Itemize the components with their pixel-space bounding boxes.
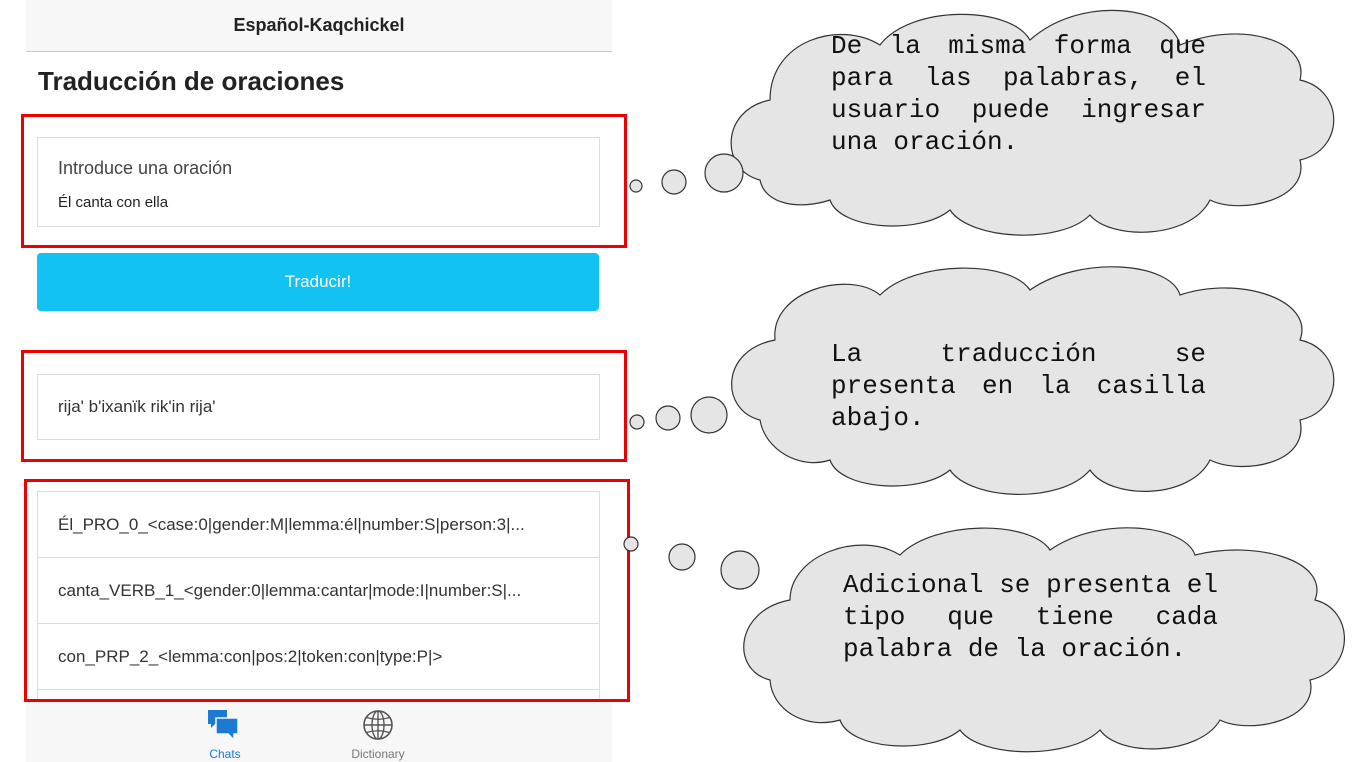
- thought-bubble: [690, 396, 728, 434]
- thought-bubble: [661, 169, 687, 195]
- cloud-text-3: Adicional se presenta el tipo que tiene …: [843, 570, 1218, 664]
- cloud-text-1: De la misma forma que para las palabras,…: [831, 31, 1206, 157]
- thought-bubble: [629, 414, 645, 430]
- thought-bubble: [704, 153, 744, 193]
- thought-bubble: [629, 179, 643, 193]
- thought-bubble: [655, 405, 681, 431]
- cloud-text-2: La traducción se presenta en la casilla …: [831, 339, 1206, 433]
- thought-bubble: [623, 536, 639, 552]
- thought-bubble: [668, 543, 696, 571]
- thought-bubble: [720, 550, 760, 590]
